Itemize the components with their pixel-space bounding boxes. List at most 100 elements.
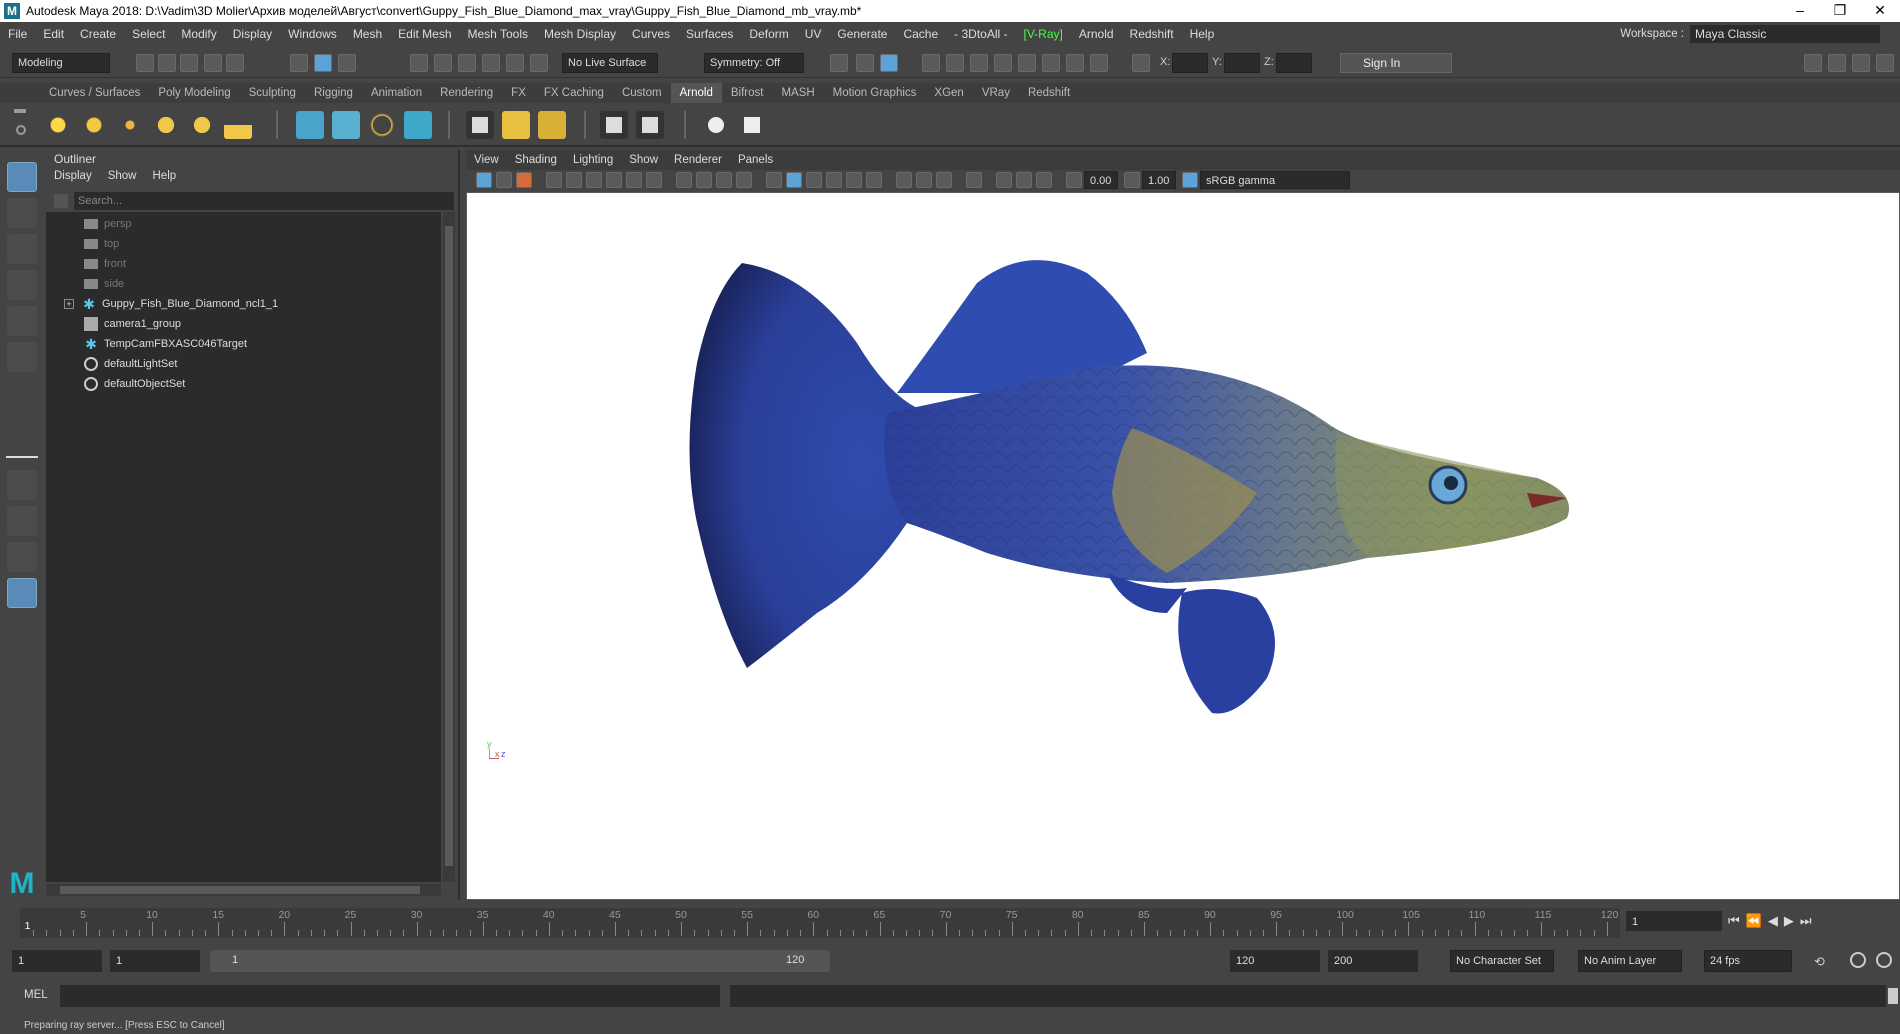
undo-icon[interactable] [204, 54, 222, 72]
play-backward-icon[interactable]: ◀ [1768, 913, 1784, 928]
shelf-tab-xgen[interactable]: XGen [925, 87, 972, 99]
loop-icon[interactable]: ⟲ [1814, 954, 1830, 969]
outliner-menu-display[interactable]: Display [46, 170, 100, 188]
menu-mesh-tools[interactable]: Mesh Tools [460, 27, 536, 41]
construction-history-icon[interactable] [830, 54, 848, 72]
menu-vray[interactable]: [V-Ray] [1016, 27, 1071, 41]
list-item[interactable]: ✱ TempCamFBXASC046Target [46, 334, 441, 354]
anim-end-field[interactable]: 120 [1230, 950, 1320, 972]
snap-surface-icon[interactable] [506, 54, 524, 72]
shelf-tab-mash[interactable]: MASH [772, 87, 823, 99]
render-settings-icon[interactable] [994, 54, 1012, 72]
exposure-field[interactable]: 0.00 [1084, 171, 1118, 189]
viewport-menu-panels[interactable]: Panels [730, 154, 781, 166]
select-component-icon[interactable] [338, 54, 356, 72]
xray-joints-icon[interactable] [1036, 172, 1052, 188]
outliner-search-input[interactable]: Search... [74, 192, 454, 210]
xray-icon[interactable] [1016, 172, 1032, 188]
screen-space-ao-icon[interactable] [896, 172, 912, 188]
render-setup-icon[interactable] [1042, 54, 1060, 72]
textured-icon[interactable] [826, 172, 842, 188]
viewport-menu-show[interactable]: Show [621, 154, 666, 166]
grease-pencil-icon[interactable] [586, 172, 602, 188]
viewport-menu-renderer[interactable]: Renderer [666, 154, 730, 166]
expand-icon[interactable]: + [64, 299, 74, 309]
current-frame-field[interactable]: 1 [1626, 911, 1722, 931]
menu-windows[interactable]: Windows [280, 27, 345, 41]
list-item[interactable]: side [46, 274, 441, 294]
create-tx-files-icon[interactable] [466, 111, 494, 139]
menu-edit[interactable]: Edit [35, 27, 72, 41]
snap-point-icon[interactable] [458, 54, 476, 72]
outliner-horizontal-scrollbar[interactable] [46, 884, 441, 896]
select-hierarchy-icon[interactable] [290, 54, 308, 72]
viewport-menu-view[interactable]: View [466, 154, 507, 166]
auto-key-icon[interactable] [1850, 952, 1866, 968]
arnold-ipr-icon[interactable] [636, 111, 664, 139]
mode-dropdown[interactable]: Modeling [12, 53, 110, 73]
motion-blur-icon[interactable] [916, 172, 932, 188]
menu-file[interactable]: File [0, 27, 35, 41]
snap-view-icon[interactable] [482, 54, 500, 72]
command-language-label[interactable]: MEL [24, 989, 48, 1001]
menu-arnold[interactable]: Arnold [1071, 27, 1122, 41]
outliner-menu-help[interactable]: Help [145, 170, 185, 188]
wireframe-icon[interactable] [766, 172, 782, 188]
modeling-toolkit-icon[interactable] [1804, 54, 1822, 72]
scene-start-field[interactable]: 1 [12, 950, 102, 972]
shelf-menu-icon[interactable] [14, 109, 26, 113]
select-tool-icon[interactable] [7, 162, 37, 192]
preferences-icon[interactable] [1876, 952, 1892, 968]
go-to-start-icon[interactable]: ⏮ [1728, 913, 1746, 928]
physical-sky-icon[interactable] [224, 111, 252, 139]
symmetry-dropdown[interactable]: Symmetry: Off [704, 53, 804, 73]
anim-start-field[interactable]: 1 [110, 950, 200, 972]
close-button[interactable]: ✕ [1860, 0, 1900, 22]
arnold-render-view-icon[interactable] [600, 111, 628, 139]
outliner-layout-icon[interactable] [7, 578, 37, 608]
anti-aliasing-icon[interactable] [936, 172, 952, 188]
menu-curves[interactable]: Curves [624, 27, 678, 41]
list-item[interactable]: camera1_group [46, 314, 441, 334]
menu-uv[interactable]: UV [797, 27, 830, 41]
menu-create[interactable]: Create [72, 27, 124, 41]
anim-layer-dropdown[interactable]: No Anim Layer [1578, 950, 1682, 972]
menu-deform[interactable]: Deform [741, 27, 796, 41]
render-view-icon[interactable] [922, 54, 940, 72]
menu-edit-mesh[interactable]: Edit Mesh [390, 27, 459, 41]
flush-lights-icon[interactable] [538, 111, 566, 139]
shelf-tab-rigging[interactable]: Rigging [305, 87, 362, 99]
shelf-tab-poly-modeling[interactable]: Poly Modeling [149, 87, 239, 99]
smooth-shade-icon[interactable] [786, 172, 802, 188]
curve-collector-icon[interactable] [368, 111, 396, 139]
shadows-icon[interactable] [866, 172, 882, 188]
scene-end-field[interactable]: 200 [1328, 950, 1418, 972]
use-all-lights-icon[interactable] [846, 172, 862, 188]
snap-live-icon[interactable] [530, 54, 548, 72]
grid-toggle-icon[interactable] [606, 172, 622, 188]
mesh-light-icon[interactable] [80, 111, 108, 139]
outliner-menu-show[interactable]: Show [100, 170, 145, 188]
y-field[interactable] [1224, 53, 1260, 73]
gamma-field[interactable]: 1.00 [1142, 171, 1176, 189]
gamma-icon[interactable] [1124, 172, 1140, 188]
attribute-editor-icon[interactable] [1828, 54, 1846, 72]
light-portal-icon[interactable] [188, 111, 216, 139]
arnold-play-icon[interactable] [738, 111, 766, 139]
maximize-button[interactable]: ❐ [1820, 0, 1860, 22]
list-item[interactable]: front [46, 254, 441, 274]
channel-box-icon[interactable] [1876, 54, 1894, 72]
x-field[interactable] [1172, 53, 1208, 73]
z-field[interactable] [1276, 53, 1312, 73]
sign-in-button[interactable]: Sign In [1340, 53, 1452, 73]
render-current-icon[interactable] [946, 54, 964, 72]
select-camera-icon[interactable] [476, 172, 492, 188]
stand-in-icon[interactable] [296, 111, 324, 139]
isolate-select-icon[interactable] [996, 172, 1012, 188]
output-ops-icon[interactable] [880, 54, 898, 72]
menu-mesh-display[interactable]: Mesh Display [536, 27, 624, 41]
shelf-tab-rendering[interactable]: Rendering [431, 87, 502, 99]
ipr-render-icon[interactable] [970, 54, 988, 72]
rotate-tool-icon[interactable] [7, 306, 37, 336]
color-management-icon[interactable] [1182, 172, 1198, 188]
